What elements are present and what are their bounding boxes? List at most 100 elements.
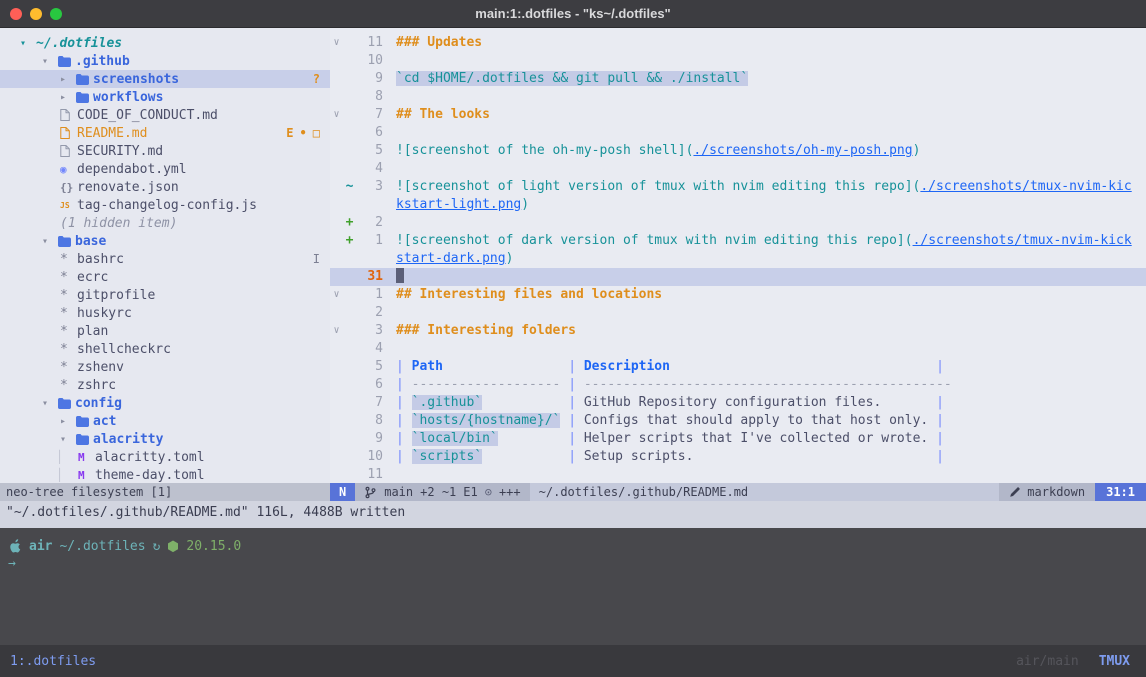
folder-icon — [76, 92, 93, 103]
editor-line[interactable]: kstart-light.png) — [330, 196, 1146, 214]
fold-column — [330, 196, 343, 214]
tree-item-screenshots[interactable]: ▸screenshots? — [0, 70, 330, 88]
line-text: | ------------------- | ----------------… — [396, 376, 952, 394]
editor-cursor-line[interactable]: 31 — [330, 268, 1146, 286]
tree-item-workflows[interactable]: ▸ workflows — [0, 88, 330, 106]
tree-item-gitprofile[interactable]: *gitprofile — [0, 286, 330, 304]
fold-column — [330, 142, 343, 160]
toml-icon: M — [78, 469, 95, 482]
chevron-right-icon[interactable]: ▸ — [60, 416, 76, 427]
syntax-segment-txt: Setup scripts. — [584, 449, 936, 464]
fold-chevron-icon[interactable]: ∨ — [330, 106, 343, 124]
editor-line[interactable]: 7 | `.github` | GitHub Repository configu… — [330, 394, 1146, 412]
fold-chevron-icon[interactable]: ∨ — [330, 34, 343, 52]
tree-item-config[interactable]: ▾ config — [0, 394, 330, 412]
tree-item-label: huskyrc — [77, 306, 132, 321]
editor-line[interactable]: 10| `scripts` | Setup scripts. | — [330, 448, 1146, 466]
editor-line[interactable]: 6 — [330, 124, 1146, 142]
tree-item-1-hidden-item[interactable]: (1 hidden item) — [0, 214, 330, 232]
close-button[interactable] — [10, 8, 22, 20]
fullscreen-button[interactable] — [50, 8, 62, 20]
tree-item-alacritty[interactable]: ▾ alacritty — [0, 430, 330, 448]
tree-item-theme-day-toml[interactable]: │Mtheme-day.toml — [0, 466, 330, 483]
tree-item-label: zshrc — [77, 378, 116, 393]
tree-item-label: act — [93, 414, 116, 429]
editor-line[interactable]: 6| ------------------- | ---------------… — [330, 376, 1146, 394]
fold-chevron-icon[interactable]: ∨ — [330, 286, 343, 304]
sign-column — [343, 340, 356, 358]
chevron-down-icon[interactable]: ▾ — [42, 56, 58, 67]
editor-line[interactable]: 2 — [330, 304, 1146, 322]
tree-item-dotfiles[interactable]: ▾~/.dotfiles — [0, 34, 330, 52]
tree-item-shellcheckrc[interactable]: *shellcheckrc — [0, 340, 330, 358]
shell-config-icon: * — [60, 252, 77, 267]
line-text: | `.github` | GitHub Repository configur… — [396, 394, 944, 412]
indent-guide: │ — [56, 450, 78, 464]
editor-pane[interactable]: ∨11### Updates109`cd $HOME/.dotfiles && … — [330, 28, 1146, 483]
chevron-right-icon[interactable]: ▸ — [60, 74, 76, 85]
editor-line[interactable]: start-dark.png) — [330, 250, 1146, 268]
tree-item-tag-changelog-config-js[interactable]: JStag-changelog-config.js — [0, 196, 330, 214]
tree-item-label: alacritty — [93, 432, 163, 447]
chevron-down-icon[interactable]: ▾ — [60, 434, 76, 445]
line-number: 11 — [356, 34, 383, 52]
tree-item-zshrc[interactable]: *zshrc — [0, 376, 330, 394]
editor-line[interactable]: 8 — [330, 88, 1146, 106]
editor-line[interactable]: 9| `local/bin` | Helper scripts that I'v… — [330, 430, 1146, 448]
fold-chevron-icon[interactable]: ∨ — [330, 322, 343, 340]
editor-line[interactable]: +1![screenshot of dark version of tmux w… — [330, 232, 1146, 250]
editor-line[interactable]: 5| Path | Description | — [330, 358, 1146, 376]
tree-item-bashrc[interactable]: *bashrcI — [0, 250, 330, 268]
titlebar[interactable]: main:1:.dotfiles - "ks~/.dotfiles" — [0, 0, 1146, 28]
chevron-down-icon[interactable]: ▾ — [42, 398, 58, 409]
shell-config-icon: * — [60, 360, 77, 375]
tree-item-renovate-json[interactable]: {}renovate.json — [0, 178, 330, 196]
tree-item-base[interactable]: ▾base — [0, 232, 330, 250]
tree-item-security-md[interactable]: SECURITY.md — [0, 142, 330, 160]
editor-line[interactable]: ∨7## The looks — [330, 106, 1146, 124]
chevron-down-icon[interactable]: ▾ — [20, 38, 36, 49]
editor-line[interactable]: +2 — [330, 214, 1146, 232]
editor-line[interactable]: 9`cd $HOME/.dotfiles && git pull && ./in… — [330, 70, 1146, 88]
editor-line[interactable]: 8| `hosts/{hostname}/` | Configs that sh… — [330, 412, 1146, 430]
editor-line[interactable]: 4 — [330, 160, 1146, 178]
tree-item-label: config — [75, 396, 122, 411]
tree-item-alacritty-toml[interactable]: │Malacritty.toml — [0, 448, 330, 466]
editor-line[interactable]: 4 — [330, 340, 1146, 358]
tree-item-act[interactable]: ▸ act — [0, 412, 330, 430]
editor-line[interactable]: ∨11### Updates — [330, 34, 1146, 52]
editor-line[interactable]: ∨3### Interesting folders — [330, 322, 1146, 340]
editor-line[interactable]: 11 — [330, 466, 1146, 483]
tree-item-readme-md[interactable]: README.mdE•□ — [0, 124, 330, 142]
neo-tree-sidebar[interactable]: ▾~/.dotfiles▾.github▸screenshots?▸workfl… — [0, 28, 330, 483]
json-icon: {} — [60, 181, 77, 194]
tree-item-label: dependabot.yml — [77, 162, 187, 177]
tree-item-ecrc[interactable]: *ecrc — [0, 268, 330, 286]
editor-line[interactable]: ~3![screenshot of light version of tmux … — [330, 178, 1146, 196]
syntax-segment-pipe: | — [568, 395, 584, 410]
tree-item-dependabot-yml[interactable]: ◉dependabot.yml — [0, 160, 330, 178]
editor-line[interactable]: ∨1## Interesting files and locations — [330, 286, 1146, 304]
minimize-button[interactable] — [30, 8, 42, 20]
tmux-window-label[interactable]: 1:.dotfiles — [10, 654, 96, 669]
chevron-right-icon[interactable]: ▸ — [60, 92, 76, 103]
pencil-icon — [1009, 486, 1021, 498]
tree-item-github[interactable]: ▾.github — [0, 52, 330, 70]
line-number: 3 — [356, 322, 383, 340]
syntax-segment-code: `local/bin` — [412, 431, 498, 446]
chevron-down-icon[interactable]: ▾ — [42, 236, 58, 247]
tree-item-huskyrc[interactable]: *huskyrc — [0, 304, 330, 322]
tree-item-plan[interactable]: *plan — [0, 322, 330, 340]
syntax-segment-pipe: | — [568, 431, 584, 446]
tree-item-code-of-conduct-md[interactable]: CODE_OF_CONDUCT.md — [0, 106, 330, 124]
tree-item-label: zshenv — [77, 360, 124, 375]
sign-column — [343, 322, 356, 340]
tree-item-zshenv[interactable]: *zshenv — [0, 358, 330, 376]
folder-icon — [76, 434, 93, 445]
tree-item-label: workflows — [93, 90, 163, 105]
editor-line[interactable]: 5![screenshot of the oh-my-posh shell](.… — [330, 142, 1146, 160]
editor-line[interactable]: 10 — [330, 52, 1146, 70]
sign-column — [343, 268, 356, 286]
tmux-pane-shell[interactable]: air ~/.dotfiles ↻ 20.15.0 → — [0, 528, 1146, 645]
line-number: 7 — [356, 394, 383, 412]
